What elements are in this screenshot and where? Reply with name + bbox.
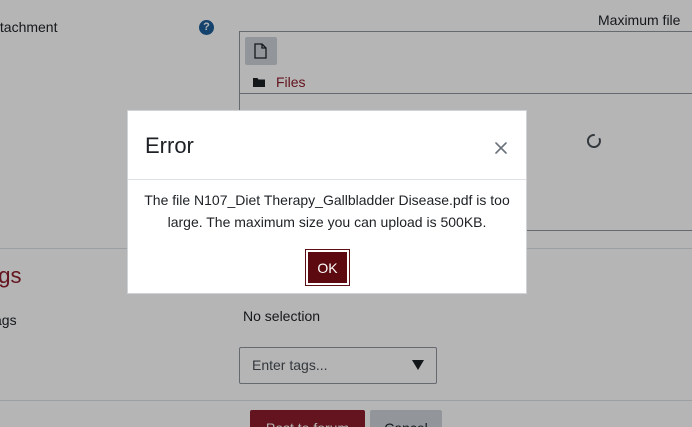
dialog-title: Error [145,133,194,158]
dialog-message-line-1: The file N107_Diet Therapy_Gallbladder D… [144,192,510,208]
ok-button[interactable]: OK [308,252,347,283]
close-icon[interactable] [493,140,509,156]
dialog-header-divider [128,179,526,180]
dialog-message: The file N107_Diet Therapy_Gallbladder D… [128,189,526,233]
ok-button-focus-ring: OK [305,249,350,286]
dialog-message-line-2: large. The maximum size you can upload i… [167,214,487,230]
error-dialog: Error The file N107_Diet Therapy_Gallbla… [127,110,527,294]
page: ttachment ? Maximum file Files ags ags N… [0,0,692,427]
